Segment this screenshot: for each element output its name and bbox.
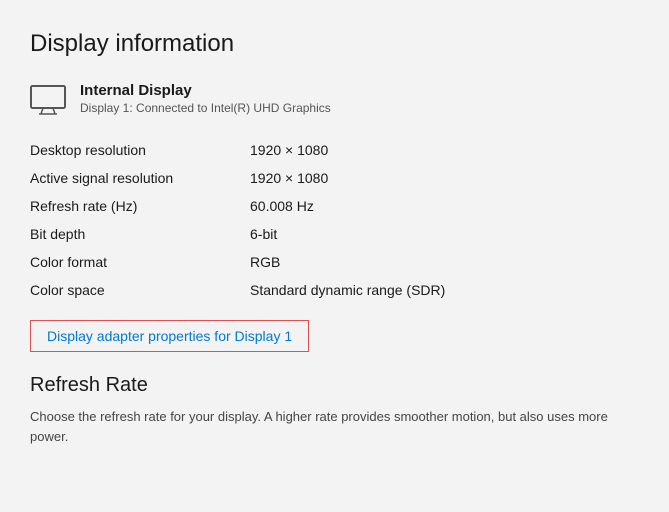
display-adapter-link[interactable]: Display adapter properties for Display 1 [47,328,292,344]
info-value: 6-bit [250,220,639,248]
info-value: 1920 × 1080 [250,164,639,192]
table-row: Refresh rate (Hz)60.008 Hz [30,192,639,220]
info-label: Desktop resolution [30,136,250,164]
info-value: Standard dynamic range (SDR) [250,276,639,304]
table-row: Bit depth6-bit [30,220,639,248]
info-label: Color space [30,276,250,304]
info-value: 60.008 Hz [250,192,639,220]
page-title: Display information [30,30,639,58]
info-label: Color format [30,248,250,276]
link-box: Display adapter properties for Display 1 [30,320,309,352]
table-row: Color spaceStandard dynamic range (SDR) [30,276,639,304]
info-label: Refresh rate (Hz) [30,192,250,220]
table-row: Color formatRGB [30,248,639,276]
refresh-rate-description: Choose the refresh rate for your display… [30,407,610,446]
info-value: RGB [250,248,639,276]
table-row: Active signal resolution1920 × 1080 [30,164,639,192]
refresh-rate-title: Refresh Rate [30,374,639,397]
info-label: Bit depth [30,220,250,248]
display-name: Internal Display [80,82,331,99]
display-subtitle: Display 1: Connected to Intel(R) UHD Gra… [80,101,331,115]
info-value: 1920 × 1080 [250,136,639,164]
info-table: Desktop resolution1920 × 1080Active sign… [30,136,639,304]
display-header-text: Internal Display Display 1: Connected to… [80,82,331,115]
monitor-icon [30,84,66,116]
display-header: Internal Display Display 1: Connected to… [30,82,639,116]
info-label: Active signal resolution [30,164,250,192]
table-row: Desktop resolution1920 × 1080 [30,136,639,164]
